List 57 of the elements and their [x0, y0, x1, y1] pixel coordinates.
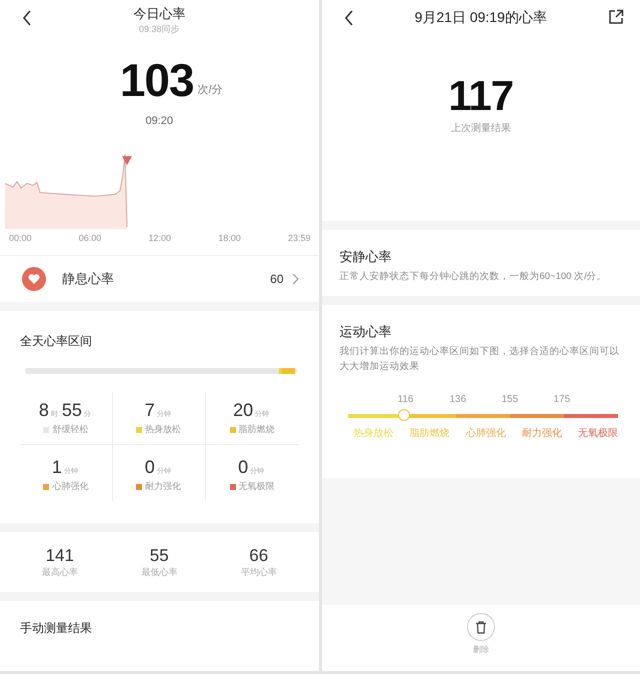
screen-title: 今日心率	[133, 5, 186, 23]
scale-tick: 136	[450, 394, 468, 405]
zone-duration: 55	[62, 400, 82, 421]
delete-button[interactable]	[466, 613, 495, 641]
zone-duration: 0	[144, 457, 155, 478]
section-title: 运动心率	[340, 323, 392, 342]
axis-label: 00:00	[9, 233, 32, 245]
axis-label: 06:00	[78, 233, 102, 245]
scale-tick: 175	[554, 394, 572, 405]
section-title: 安静心率	[340, 248, 392, 266]
zone-label: 心肺强化	[466, 426, 506, 440]
screen-title: 9月21日 09:19的心率	[414, 9, 547, 27]
zone-label: 脂肪燃烧	[238, 423, 275, 436]
zone-duration: 1	[52, 457, 62, 478]
unit-label: 次/分	[198, 83, 223, 97]
zone-label: 无氧极限	[578, 426, 618, 440]
zone-duration: 20	[233, 400, 254, 421]
trash-icon	[474, 620, 487, 634]
zone-duration: 0	[238, 457, 248, 478]
row-value: 60	[270, 272, 284, 286]
section-description: 我们计算出你的运动心率区间如下图，选择合适的心率区间可以大大增加运动效果	[340, 345, 620, 374]
zone-duration: 8	[38, 400, 49, 421]
scale-tick: 116	[398, 394, 414, 405]
zone-label: 舒缓轻松	[52, 423, 88, 436]
axis-label: 18:00	[218, 233, 241, 245]
zone-label: 无氧极限	[238, 480, 275, 493]
stat-label: 最低心率	[141, 566, 178, 578]
back-icon[interactable]	[22, 10, 32, 26]
heart-rate-value: 103	[120, 57, 194, 103]
stat-value: 141	[46, 546, 74, 566]
stat-value: 66	[249, 546, 268, 566]
chevron-icon	[292, 273, 298, 285]
heart-rate-value: 117	[448, 75, 514, 117]
delete-label: 删除	[472, 644, 489, 655]
zone-label: 热身放松	[354, 426, 394, 440]
sync-time: 09:38同步	[138, 23, 180, 36]
section-title: 全天心率区间	[20, 333, 93, 350]
section-title: 手动测量结果	[20, 621, 92, 635]
share-icon[interactable]	[608, 9, 624, 25]
axis-label: 23:59	[288, 233, 310, 245]
stat-value: 55	[150, 546, 169, 566]
back-icon[interactable]	[344, 10, 354, 26]
stat-label: 最高心率	[42, 566, 78, 578]
reading-time: 09:20	[144, 115, 174, 127]
zone-label: 耐力强化	[522, 426, 562, 440]
zone-label: 热身放松	[145, 423, 182, 436]
zone-label: 脂肪燃烧	[410, 426, 450, 440]
value-caption: 上次测量结果	[450, 123, 511, 134]
scale-tick: 155	[502, 394, 520, 405]
resting-heart-rate-row[interactable]: 静息心率 60	[0, 256, 318, 302]
stat-label: 平均心率	[240, 566, 277, 578]
section-description: 正常人安静状态下每分钟心跳的次数，一般为60~100 次/分。	[340, 270, 608, 284]
axis-label: 12:00	[148, 233, 171, 245]
row-label: 静息心率	[62, 270, 115, 288]
zone-label: 心肺强化	[52, 480, 88, 493]
zone-label: 耐力强化	[145, 480, 182, 493]
zone-duration: 7	[144, 400, 155, 421]
